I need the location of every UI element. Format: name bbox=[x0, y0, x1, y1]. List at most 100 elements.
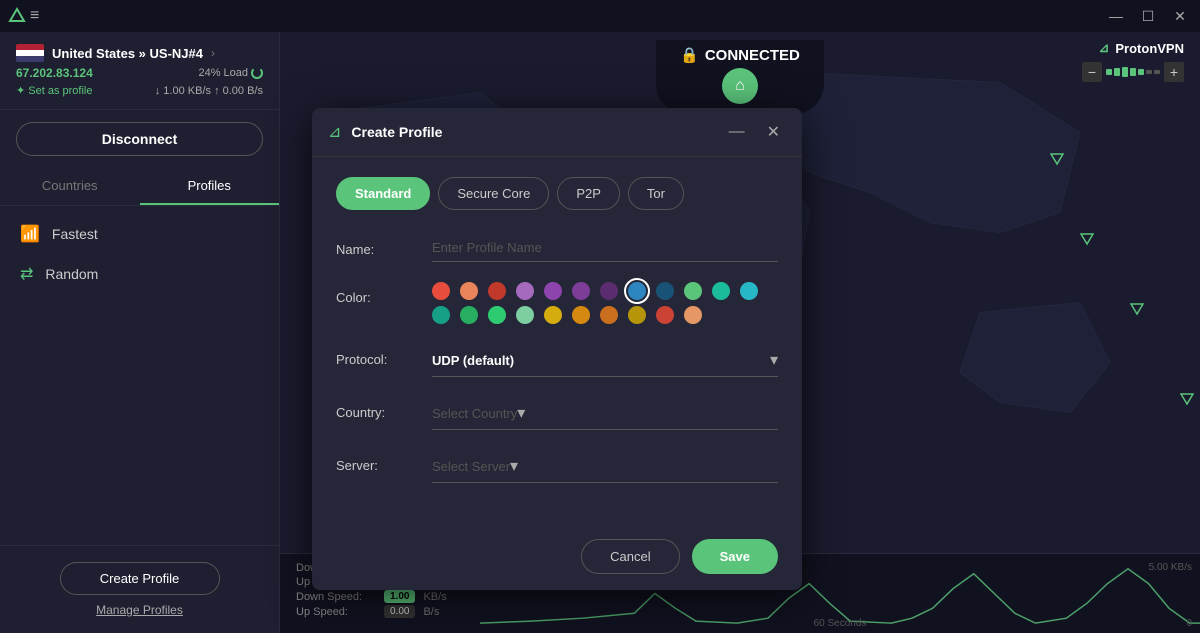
color-gold[interactable] bbox=[628, 306, 646, 324]
color-midgreen[interactable] bbox=[460, 306, 478, 324]
name-label: Name: bbox=[336, 234, 416, 257]
maximize-button[interactable]: ☐ bbox=[1136, 4, 1160, 28]
color-palegreen[interactable] bbox=[516, 306, 534, 324]
ip-address: 67.202.83.124 bbox=[16, 66, 93, 80]
color-teal[interactable] bbox=[712, 282, 730, 300]
create-profile-button[interactable]: Create Profile bbox=[60, 562, 220, 595]
dialog-footer: Cancel Save bbox=[312, 523, 802, 590]
color-green[interactable] bbox=[684, 282, 702, 300]
down-speed-unit: KB/s bbox=[423, 591, 446, 603]
profile-tab-secure-core[interactable]: Secure Core bbox=[438, 177, 549, 210]
color-control bbox=[432, 282, 778, 324]
dialog-body: Standard Secure Core P2P Tor Name: Color… bbox=[312, 157, 802, 523]
lock-icon: 🔒 bbox=[680, 46, 699, 64]
country-row: Country: Select Country ▾ bbox=[336, 397, 778, 430]
chart-zero-label: 0 bbox=[1186, 618, 1192, 629]
server-arrow-icon: ▾ bbox=[510, 456, 518, 476]
sidebar-footer: Create Profile Manage Profiles bbox=[0, 545, 279, 633]
color-darkpurple[interactable] bbox=[572, 282, 590, 300]
country-placeholder: Select Country bbox=[432, 406, 517, 421]
manage-profiles-link[interactable]: Manage Profiles bbox=[96, 603, 183, 617]
server-name: United States » US-NJ#4 bbox=[52, 46, 203, 61]
protocol-row: Protocol: UDP (default) ▾ bbox=[336, 344, 778, 377]
color-red[interactable] bbox=[432, 282, 450, 300]
map-marker-1 bbox=[1050, 152, 1064, 171]
color-orange[interactable] bbox=[600, 306, 618, 324]
down-speed-label: Down Speed: bbox=[296, 591, 376, 603]
proton-logo-text: ProtonVPN bbox=[1115, 41, 1184, 56]
color-amber[interactable] bbox=[572, 306, 590, 324]
server-arrow-icon: › bbox=[211, 46, 215, 60]
protocol-arrow-icon: ▾ bbox=[770, 350, 778, 370]
home-button[interactable]: ⌂ bbox=[722, 68, 758, 104]
cancel-button[interactable]: Cancel bbox=[581, 539, 679, 574]
fastest-icon: 📶 bbox=[20, 224, 40, 244]
server-control[interactable]: Select Server ▾ bbox=[432, 450, 778, 483]
map-marker-4 bbox=[1180, 392, 1194, 411]
fastest-item[interactable]: 📶 Fastest bbox=[0, 214, 279, 254]
color-blue[interactable] bbox=[628, 282, 646, 300]
connected-pill: 🔒 CONNECTED ⌂ bbox=[656, 40, 824, 114]
map-marker-3 bbox=[1130, 302, 1144, 321]
protocol-value: UDP (default) bbox=[432, 353, 770, 368]
chart-speed-label: 5.00 KB/s bbox=[1149, 562, 1192, 573]
load-circle-icon bbox=[251, 67, 263, 79]
flag-icon bbox=[16, 44, 44, 62]
speed-increase-button[interactable]: + bbox=[1164, 62, 1184, 82]
load-badge: 24% Load bbox=[198, 67, 263, 79]
country-control[interactable]: Select Country ▾ bbox=[432, 397, 778, 430]
tab-profiles[interactable]: Profiles bbox=[140, 168, 280, 205]
server-select[interactable]: Select Server ▾ bbox=[432, 450, 778, 483]
protocol-select[interactable]: UDP (default) ▾ bbox=[432, 344, 778, 377]
color-peach[interactable] bbox=[684, 306, 702, 324]
menu-icon[interactable]: ≡ bbox=[26, 3, 43, 29]
set-as-profile-link[interactable]: ✦ Set as profile bbox=[16, 84, 92, 97]
color-darkblue[interactable] bbox=[656, 282, 674, 300]
country-arrow-icon: ▾ bbox=[517, 403, 525, 423]
dialog-close-button[interactable]: ✕ bbox=[761, 120, 786, 144]
dialog-titlebar: ⊿ Create Profile — ✕ bbox=[312, 108, 802, 157]
dialog-title-icon: ⊿ bbox=[328, 122, 341, 142]
speed-display: ↓ 1.00 KB/s ↑ 0.00 B/s bbox=[155, 85, 263, 97]
close-button[interactable]: ✕ bbox=[1168, 4, 1192, 28]
profile-tab-standard[interactable]: Standard bbox=[336, 177, 430, 210]
random-item[interactable]: ⇄ Random bbox=[0, 254, 279, 294]
random-label: Random bbox=[45, 266, 98, 282]
fastest-label: Fastest bbox=[52, 226, 98, 242]
profile-tab-tor[interactable]: Tor bbox=[628, 177, 684, 210]
profile-name-input[interactable] bbox=[432, 234, 778, 262]
app-logo-icon bbox=[8, 7, 26, 25]
chart-time-label: 60 Seconds bbox=[814, 618, 867, 629]
color-label: Color: bbox=[336, 282, 416, 305]
down-speed-value: 1.00 bbox=[384, 590, 415, 603]
profile-list: 📶 Fastest ⇄ Random bbox=[0, 206, 279, 545]
title-bar: ≡ — ☐ ✕ bbox=[0, 0, 1200, 32]
protocol-label: Protocol: bbox=[336, 344, 416, 367]
protocol-control[interactable]: UDP (default) ▾ bbox=[432, 344, 778, 377]
profile-tabs: Standard Secure Core P2P Tor bbox=[336, 177, 778, 210]
color-purple[interactable] bbox=[516, 282, 534, 300]
color-darkteal[interactable] bbox=[432, 306, 450, 324]
color-violet[interactable] bbox=[544, 282, 562, 300]
color-deepviolet[interactable] bbox=[600, 282, 618, 300]
color-grid bbox=[432, 282, 778, 324]
color-salmon[interactable] bbox=[460, 282, 478, 300]
color-yellow[interactable] bbox=[544, 306, 562, 324]
tab-countries[interactable]: Countries bbox=[0, 168, 140, 205]
color-cyan[interactable] bbox=[740, 282, 758, 300]
country-select[interactable]: Select Country ▾ bbox=[432, 397, 778, 430]
save-button[interactable]: Save bbox=[692, 539, 778, 574]
disconnect-button[interactable]: Disconnect bbox=[16, 122, 263, 156]
speed-decrease-button[interactable]: − bbox=[1082, 62, 1102, 82]
color-row: Color: bbox=[336, 282, 778, 324]
connected-status: CONNECTED bbox=[705, 47, 800, 64]
minimize-button[interactable]: — bbox=[1104, 4, 1128, 28]
profile-tab-p2p[interactable]: P2P bbox=[557, 177, 620, 210]
country-label: Country: bbox=[336, 397, 416, 420]
color-lightgreen[interactable] bbox=[488, 306, 506, 324]
color-tomato[interactable] bbox=[656, 306, 674, 324]
dialog-minimize-button[interactable]: — bbox=[723, 121, 751, 143]
name-row: Name: bbox=[336, 234, 778, 262]
color-darkred[interactable] bbox=[488, 282, 506, 300]
server-placeholder: Select Server bbox=[432, 459, 510, 474]
